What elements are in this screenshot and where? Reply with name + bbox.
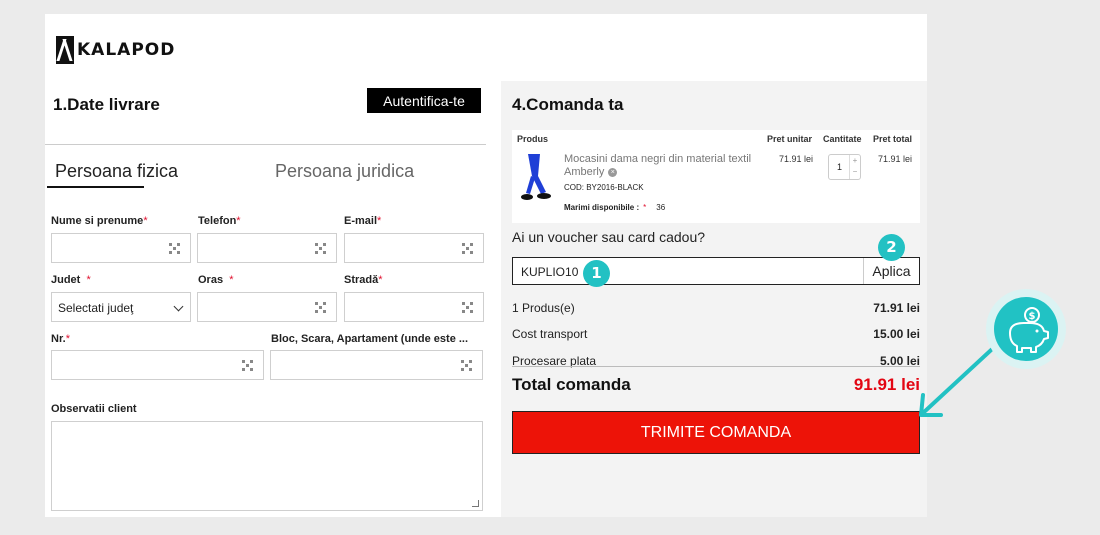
county-select[interactable]: Selectati judeţ [51, 292, 191, 322]
block-label: Bloc, Scara, Apartament (unde este ... [271, 333, 469, 345]
summary-divider [512, 366, 920, 367]
col-product: Produs [517, 134, 549, 144]
email-label: E-mail* [344, 215, 382, 227]
street-label: Stradă* [344, 274, 383, 286]
autofill-key-icon [169, 243, 180, 254]
total-price-value: 71.91 lei [878, 154, 913, 164]
voucher-input[interactable]: KUPLIO10 Aplica [512, 257, 920, 285]
number-label: Nr.* [51, 333, 70, 345]
order-section: 4.Comanda ta Produs Pret unitar Cantitat… [501, 81, 927, 517]
county-label: Judet * [51, 274, 91, 286]
number-input[interactable] [51, 350, 264, 380]
summary-shipping-row: Cost transport 15.00 lei [512, 327, 920, 341]
login-button[interactable]: Autentifica-te [367, 88, 481, 113]
notes-textarea[interactable] [51, 421, 483, 511]
order-items-table: Produs Pret unitar Cantitate Pret total … [512, 130, 920, 223]
col-unit-price: Pret unitar [767, 134, 813, 144]
stepper-arrows-icon[interactable]: + − [849, 155, 860, 179]
remove-item-icon[interactable]: × [608, 168, 618, 177]
tab-persoana-juridica[interactable]: Persoana juridica [275, 161, 414, 182]
quantity-stepper[interactable]: 1 + − [828, 154, 861, 180]
kalapod-logo[interactable]: KALAPOD [56, 36, 175, 64]
product-sizes: Marimi disponibile : * 36 [564, 203, 666, 212]
checkout-card: KALAPOD 1.Date livrare Autentifica-te Pe… [45, 14, 927, 517]
tabs-divider [45, 144, 486, 145]
delivery-section: 1.Date livrare Autentifica-te Persoana f… [45, 81, 500, 517]
submit-order-button[interactable]: TRIMITE COMANDA [512, 411, 920, 454]
phone-input[interactable] [197, 233, 337, 263]
name-input[interactable] [51, 233, 191, 263]
tab-persoana-fizica[interactable]: Persoana fizica [55, 161, 178, 182]
unit-price-value: 71.91 lei [779, 154, 814, 164]
logo-mark-icon [56, 36, 74, 64]
block-input[interactable] [270, 350, 483, 380]
autofill-key-icon [462, 243, 473, 254]
chevron-down-icon [173, 301, 184, 312]
apply-voucher-button[interactable]: Aplica [863, 258, 919, 284]
city-label: Oras * [198, 274, 234, 286]
delivery-title: 1.Date livrare [53, 95, 160, 114]
notes-label: Observatii client [51, 403, 137, 415]
col-quantity: Cantitate [823, 134, 862, 144]
resize-handle-icon[interactable] [472, 500, 479, 507]
piggy-bank-coin-icon: $ [994, 297, 1058, 361]
autofill-key-icon [315, 302, 326, 313]
col-total-price: Pret total [873, 134, 913, 144]
product-name[interactable]: Mocasini dama negri din material textil … [564, 153, 764, 179]
piggy-bank-badge: $ [986, 289, 1066, 369]
email-input[interactable] [344, 233, 484, 263]
voucher-value: KUPLIO10 [521, 265, 579, 279]
product-thumbnail[interactable] [516, 154, 554, 206]
autofill-key-icon [315, 243, 326, 254]
autofill-key-icon [242, 360, 253, 371]
step-1-badge: 1 [583, 260, 610, 287]
order-title: 4.Comanda ta [512, 95, 624, 114]
summary-products-row: 1 Produs(e) 71.91 lei [512, 301, 920, 315]
step-2-badge: 2 [878, 234, 905, 261]
street-input[interactable] [344, 292, 484, 322]
product-code: COD: BY2016-BLACK [564, 183, 644, 192]
county-selected-value: Selectati judeţ [58, 301, 134, 315]
order-total-value: 91.91 lei [853, 375, 920, 394]
voucher-question: Ai un voucher sau card cadou? [512, 229, 706, 245]
quantity-value: 1 [837, 162, 843, 172]
city-input[interactable] [197, 292, 337, 322]
product-size-value: 36 [656, 203, 666, 212]
logo-text: KALAPOD [77, 40, 176, 60]
autofill-key-icon [461, 360, 472, 371]
name-label: Nume si prenume* [51, 215, 148, 227]
svg-text:$: $ [1029, 311, 1036, 322]
autofill-key-icon [462, 302, 473, 313]
active-tab-indicator [47, 186, 144, 188]
phone-label: Telefon* [198, 215, 241, 227]
order-total: Total comanda 91.91 lei [512, 375, 920, 394]
